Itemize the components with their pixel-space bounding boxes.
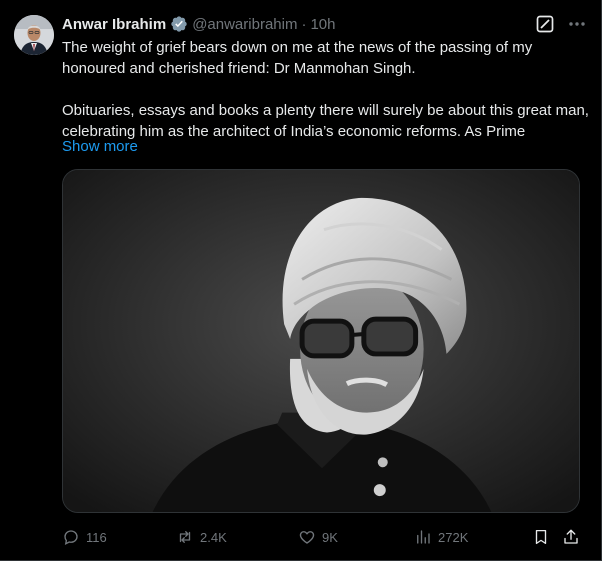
share-button[interactable] <box>562 528 580 546</box>
views-button[interactable]: 272K <box>414 528 468 546</box>
heart-icon <box>298 528 316 546</box>
tweet-header: Anwar Ibrahim @anwaribrahim · 10h <box>62 14 335 34</box>
repost-button[interactable]: 2.4K <box>176 528 227 546</box>
author-name[interactable]: Anwar Ibrahim <box>62 16 166 33</box>
tweet: Anwar Ibrahim @anwaribrahim · 10h The we… <box>0 0 602 561</box>
tweet-text: The weight of grief bears down on me at … <box>62 37 590 142</box>
verified-badge-icon[interactable] <box>170 15 188 33</box>
grok-icon[interactable] <box>535 14 555 34</box>
separator-dot: · <box>301 15 307 33</box>
more-icon[interactable] <box>567 14 587 34</box>
share-icon <box>562 528 580 546</box>
bookmark-button[interactable] <box>532 528 550 546</box>
engagement-bar: 116 2.4K 9K 272K <box>62 526 580 548</box>
like-button[interactable]: 9K <box>298 528 338 546</box>
reply-icon <box>62 528 80 546</box>
views-count: 272K <box>438 529 469 545</box>
tweet-photo[interactable] <box>62 169 580 513</box>
author-handle[interactable]: @anwaribrahim <box>192 16 297 33</box>
tweet-paragraph-2: Obituaries, essays and books a plenty th… <box>62 102 589 140</box>
tweet-paragraph-1: The weight of grief bears down on me at … <box>62 39 533 77</box>
like-count: 9K <box>322 529 338 545</box>
repost-icon <box>176 528 194 546</box>
bookmark-icon <box>532 528 550 546</box>
top-actions <box>535 14 587 34</box>
reply-count: 116 <box>86 529 107 545</box>
show-more-link[interactable]: Show more <box>62 136 138 157</box>
avatar[interactable] <box>14 15 54 55</box>
reply-button[interactable]: 116 <box>62 528 107 546</box>
views-icon <box>414 528 432 546</box>
timestamp[interactable]: 10h <box>310 16 335 33</box>
repost-count: 2.4K <box>200 529 227 545</box>
